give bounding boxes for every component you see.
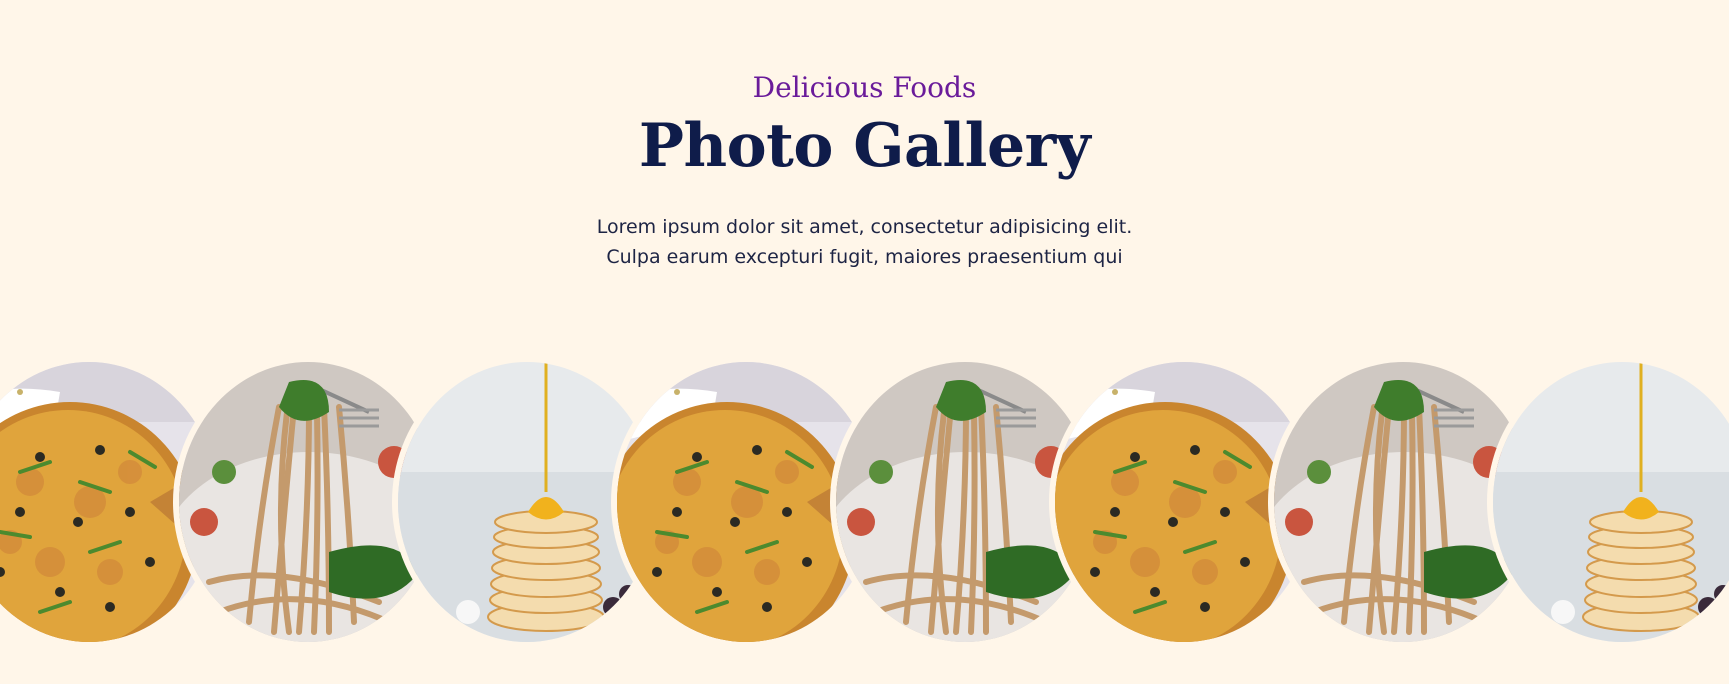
description-line: Culpa earum excepturi fugit, maiores pra… [606, 246, 1123, 268]
pancakes-photo[interactable] [1493, 362, 1729, 642]
section-description: Lorem ipsum dolor sit amet, consectetur … [0, 212, 1729, 272]
section-subtitle: Delicious Foods [752, 71, 977, 104]
description-line: Lorem ipsum dolor sit amet, consectetur … [596, 216, 1133, 238]
section-title: Photo Gallery [638, 111, 1091, 181]
photo-gallery [0, 362, 1729, 642]
